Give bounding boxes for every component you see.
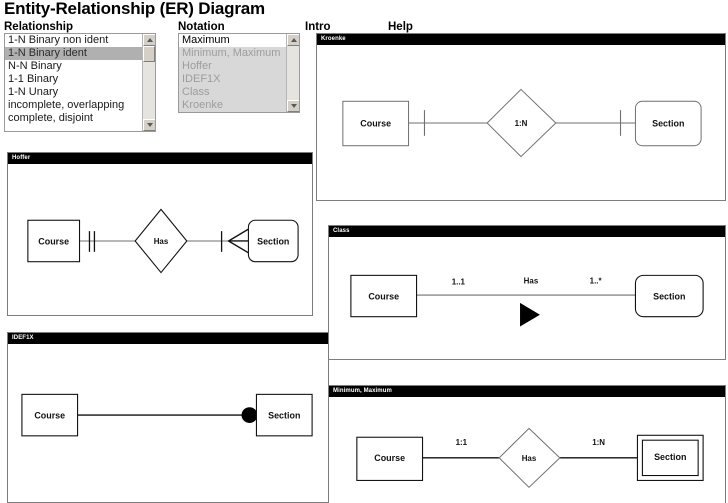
scrollbar-thumb[interactable] [143, 46, 155, 62]
entity-label-section: Section [257, 236, 289, 246]
canvas-kroenke: Course 1:N Section [317, 45, 725, 200]
scroll-up-icon[interactable] [143, 34, 155, 46]
scroll-down-icon[interactable] [287, 100, 299, 112]
list-item[interactable]: 1-N Unary [5, 86, 142, 99]
nav-link-intro[interactable]: Intro [305, 21, 331, 33]
entity-label-course: Course [38, 236, 69, 246]
entity-label-section: Section [653, 291, 685, 301]
panel-title-idef1x: IDEF1X [8, 333, 328, 344]
relationship-label-kroenke: 1:N [515, 119, 528, 128]
panel-title-class: Class [329, 226, 725, 237]
panel-minimum-maximum: Minimum, Maximum 1:1 1:N Course Has Sect… [328, 385, 726, 503]
panel-title-minimum-maximum: Minimum, Maximum [329, 386, 725, 397]
list-item[interactable]: 1-N Binary non ident [5, 34, 142, 47]
list-item[interactable]: Class [179, 86, 286, 99]
notation-listbox-items: Maximum Minimum, Maximum Hoffer IDEF1X C… [179, 34, 286, 112]
relationship-listbox-items: 1-N Binary non ident 1-N Binary ident N-… [5, 34, 142, 131]
panel-kroenke: Kroenke Course 1:N Section [316, 33, 726, 201]
entity-label-section: Section [268, 410, 300, 420]
list-item[interactable]: Hoffer [179, 60, 286, 73]
list-item[interactable]: 1-N Binary ident [5, 47, 142, 60]
relationship-listbox[interactable]: 1-N Binary non ident 1-N Binary ident N-… [4, 33, 156, 132]
panel-hoffer: Hoffer Course Has Section [7, 152, 313, 316]
scroll-down-icon[interactable] [143, 119, 155, 131]
entity-label-course: Course [34, 410, 65, 420]
entity-label-course: Course [360, 118, 391, 128]
panel-class: Class 1..1 Has 1..* Course Section [328, 225, 726, 360]
cardinality-right: 1..* [590, 276, 603, 285]
entity-label-section: Section [652, 118, 684, 128]
entity-label-course: Course [368, 291, 399, 301]
list-item[interactable]: complete, disjoint [5, 112, 142, 125]
list-item[interactable]: IDEF1X [179, 73, 286, 86]
canvas-minimum-maximum: 1:1 1:N Course Has Section [329, 397, 725, 503]
notation-scrollbar[interactable] [286, 34, 299, 112]
panel-idef1x: IDEF1X Course Section [7, 332, 329, 503]
list-item[interactable]: incomplete, overlapping [5, 99, 142, 112]
relationship-label-hoffer: Has [154, 237, 169, 246]
notation-label: Notation [178, 21, 225, 33]
nav-link-help[interactable]: Help [388, 21, 413, 33]
panel-title-kroenke: Kroenke [317, 34, 725, 45]
page-title: Entity-Relationship (ER) Diagram [4, 0, 265, 18]
list-item[interactable]: Kroenke [179, 99, 286, 112]
entity-label-course: Course [374, 453, 405, 463]
scrollbar-track[interactable] [287, 46, 299, 100]
entity-label-section: Section [654, 452, 686, 462]
er-diagram-app: Entity-Relationship (ER) Diagram Relatio… [0, 0, 728, 503]
canvas-class: 1..1 Has 1..* Course Section [329, 237, 725, 359]
canvas-hoffer: Course Has Section [8, 164, 312, 315]
relationship-label-class: Has [524, 276, 539, 285]
cardinality-left: 1:1 [456, 438, 468, 447]
relationship-label-minmax: Has [522, 454, 537, 463]
relationship-label: Relationship [4, 21, 74, 33]
scrollbar-track[interactable] [143, 46, 155, 119]
cardinality-left: 1..1 [452, 277, 466, 286]
cardinality-right: 1:N [592, 438, 605, 447]
scroll-up-icon[interactable] [287, 34, 299, 46]
list-item[interactable]: Minimum, Maximum [179, 47, 286, 60]
notation-listbox[interactable]: Maximum Minimum, Maximum Hoffer IDEF1X C… [178, 33, 300, 113]
list-item[interactable]: Maximum [179, 34, 286, 47]
list-item[interactable]: 1-1 Binary [5, 73, 142, 86]
panel-title-hoffer: Hoffer [8, 153, 312, 164]
relationship-scrollbar[interactable] [142, 34, 155, 131]
canvas-idef1x: Course Section [8, 344, 328, 502]
list-item[interactable]: N-N Binary [5, 60, 142, 73]
